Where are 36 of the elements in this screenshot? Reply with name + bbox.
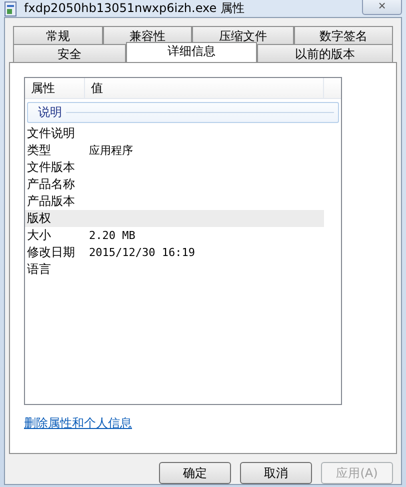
table-cell-text: 产品名称 (26, 176, 76, 193)
list-row[interactable]: 文件说明 (25, 125, 324, 142)
list-row[interactable]: 文件版本 (25, 159, 324, 176)
table-cell-text: 修改日期 (26, 244, 76, 261)
list-row[interactable]: 大小 2.20 MB (25, 227, 324, 244)
cancel-button[interactable]: 取消 (240, 462, 312, 484)
remove-properties-link[interactable]: 删除属性和个人信息 (24, 415, 132, 432)
list-row[interactable]: 版权 (25, 210, 324, 227)
list-row[interactable]: 产品版本 (25, 193, 324, 210)
table-cell-text: 产品版本 (26, 193, 76, 210)
tab[interactable]: 数字签名 (294, 26, 393, 44)
tab[interactable]: 常规 (13, 26, 103, 44)
tab[interactable]: 压缩文件 (192, 26, 294, 44)
close-button[interactable]: × (362, 0, 402, 14)
tab[interactable]: 安全 (13, 44, 126, 62)
tab[interactable]: 兼容性 (102, 26, 192, 44)
table-cell-text: 2.20 MB (88, 228, 136, 244)
table-cell-text: 语言 (26, 261, 52, 278)
group-header: 说明 (38, 104, 62, 121)
window-title: fxdp2050hb13051nwxp6izh.exe 属性 (24, 0, 246, 17)
tab[interactable]: 详细信息 (126, 42, 257, 62)
column-header[interactable]: 值 (85, 78, 324, 98)
list-row[interactable]: 语言 (25, 261, 324, 278)
list-row[interactable]: 修改日期 2015/12/30 16:19 (25, 244, 324, 261)
table-cell-text: 大小 (26, 227, 52, 244)
table-cell-text: 文件说明 (26, 125, 76, 142)
list-row[interactable]: 产品名称 (25, 176, 324, 193)
table-cell-text: 版权 (26, 210, 52, 227)
tab[interactable]: 以前的版本 (256, 44, 393, 62)
table-cell-text: 2015/12/30 16:19 (88, 245, 196, 261)
list-row[interactable]: 类型 应用程序 (25, 142, 324, 159)
table-cell-text: 文件版本 (26, 159, 76, 176)
ok-button[interactable]: 确定 (159, 462, 231, 484)
table-cell-text: 应用程序 (88, 143, 134, 159)
column-header[interactable]: 属性 (25, 78, 85, 98)
table-cell-text: 类型 (26, 142, 52, 159)
